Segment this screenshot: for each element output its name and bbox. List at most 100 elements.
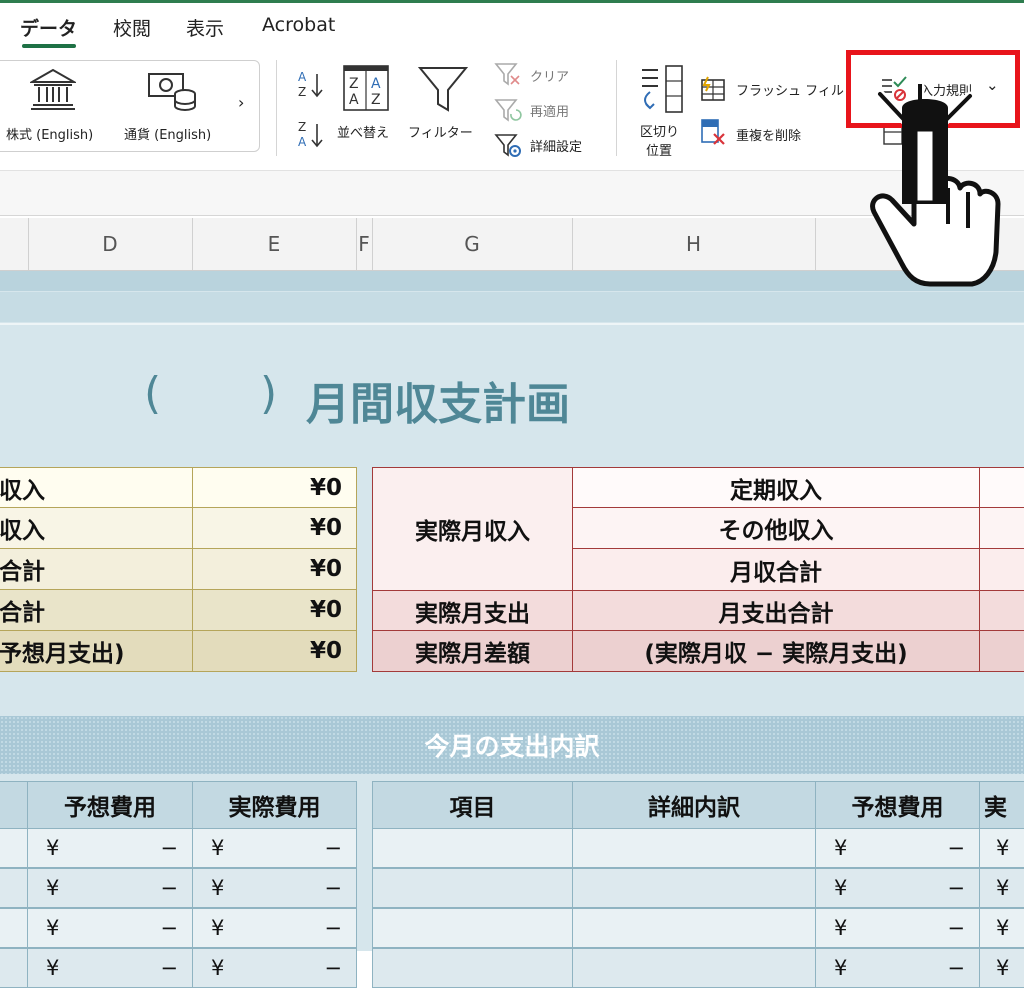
text-to-columns-label-2: 位置: [646, 144, 673, 159]
yen-symbol: ¥: [834, 956, 848, 980]
spend-actual-cell[interactable]: ¥ −: [192, 908, 357, 948]
advanced-label: 詳細設定: [530, 140, 583, 155]
tab-acrobat[interactable]: Acrobat: [262, 14, 335, 36]
spend-actual-cell[interactable]: ¥: [979, 828, 1024, 868]
planned-label-cell[interactable]: 合計: [0, 548, 193, 590]
yen-symbol: ¥: [996, 876, 1010, 900]
dash-value: −: [324, 956, 342, 980]
spend-header-detail[interactable]: 詳細内訳: [572, 781, 816, 829]
dash-value: −: [324, 916, 342, 940]
planned-label-cell[interactable]: 収入: [0, 507, 193, 549]
column-header-d[interactable]: D: [28, 218, 193, 270]
actual-diff-label[interactable]: 実際月差額: [372, 630, 573, 672]
spend-actual-cell[interactable]: ¥ −: [192, 948, 357, 988]
sort-descending-button[interactable]: Z A: [296, 118, 326, 156]
spend-detail-cell[interactable]: [572, 908, 816, 948]
dash-value: −: [160, 956, 178, 980]
planned-value-cell[interactable]: ¥0: [192, 630, 357, 672]
spend-header-expected[interactable]: 予想費用: [815, 781, 980, 829]
planned-label-cell[interactable]: 予想月支出): [0, 630, 193, 672]
column-header-c[interactable]: [0, 218, 29, 270]
planned-value-cell[interactable]: ¥0: [192, 467, 357, 508]
actual-value-cell[interactable]: [979, 507, 1024, 549]
flash-fill-icon: [701, 76, 725, 101]
yen-symbol: ¥: [46, 956, 60, 980]
planned-value-cell[interactable]: ¥0: [192, 589, 357, 631]
tab-data[interactable]: データ: [20, 14, 77, 41]
spend-detail-cell[interactable]: [572, 948, 816, 988]
spend-detail-cell[interactable]: [572, 868, 816, 908]
spend-expected-cell[interactable]: ¥ −: [27, 868, 193, 908]
column-header-f[interactable]: F: [356, 218, 373, 270]
reapply-icon: [494, 99, 522, 122]
spend-expected-cell[interactable]: ¥ −: [27, 828, 193, 868]
actual-diff-row[interactable]: (実際月収 − 実際月支出): [572, 630, 980, 672]
sheet-band: [0, 323, 1024, 325]
actual-value-cell[interactable]: [979, 630, 1024, 672]
yen-symbol: ¥: [46, 876, 60, 900]
sort-ascending-button[interactable]: A Z: [296, 68, 326, 106]
dash-value: −: [947, 876, 965, 900]
spend-actual-cell[interactable]: ¥: [979, 908, 1024, 948]
actual-expense-row[interactable]: 月支出合計: [572, 590, 980, 631]
actual-value-cell[interactable]: [979, 590, 1024, 631]
column-header-g[interactable]: G: [372, 218, 573, 270]
svg-text:A: A: [371, 76, 381, 92]
sort-button[interactable]: Z A A Z: [342, 64, 390, 116]
dash-value: −: [324, 836, 342, 860]
yen-symbol: ¥: [996, 956, 1010, 980]
yen-symbol: ¥: [834, 836, 848, 860]
spend-expected-cell[interactable]: ¥ −: [815, 908, 980, 948]
spend-item-cell[interactable]: [372, 868, 573, 908]
spend-expected-cell[interactable]: ¥ −: [27, 948, 193, 988]
spend-header-actual[interactable]: 実際費用: [192, 781, 357, 829]
actual-income-label[interactable]: 実際月収入: [372, 467, 573, 591]
currency-button[interactable]: [147, 70, 199, 116]
currency-label: 通貨 (English): [124, 128, 212, 143]
spend-expected-cell[interactable]: ¥ −: [815, 868, 980, 908]
gallery-more-arrow[interactable]: ›: [238, 93, 244, 112]
spend-expected-cell[interactable]: ¥ −: [27, 908, 193, 948]
column-header-e[interactable]: E: [192, 218, 357, 270]
yen-symbol: ¥: [834, 916, 848, 940]
spend-detail-cell[interactable]: [572, 828, 816, 868]
tab-view[interactable]: 表示: [186, 14, 224, 41]
actual-value-cell[interactable]: [979, 467, 1024, 508]
advanced-filter-button[interactable]: [494, 131, 522, 163]
yen-symbol: ¥: [46, 916, 60, 940]
actual-value-cell[interactable]: [979, 548, 1024, 591]
clear-filter-button[interactable]: [494, 60, 522, 92]
planned-value-cell[interactable]: ¥0: [192, 507, 357, 549]
actual-income-row[interactable]: その他収入: [572, 507, 980, 549]
spend-expected-cell[interactable]: ¥ −: [815, 948, 980, 988]
column-header-h[interactable]: H: [572, 218, 816, 270]
spend-header-expected[interactable]: 予想費用: [27, 781, 193, 829]
spend-item-cell[interactable]: [372, 828, 573, 868]
actual-income-row[interactable]: 定期収入: [572, 467, 980, 508]
stocks-button[interactable]: [28, 68, 78, 116]
planned-label-cell[interactable]: 収入: [0, 467, 193, 508]
spend-item-cell[interactable]: [372, 908, 573, 948]
reapply-button[interactable]: [494, 96, 522, 128]
remove-duplicates-button[interactable]: [700, 118, 726, 150]
text-to-columns-button[interactable]: [636, 64, 686, 120]
spend-header-actual[interactable]: 実: [979, 781, 1024, 829]
actual-expense-label[interactable]: 実際月支出: [372, 590, 573, 631]
actual-income-row[interactable]: 月収合計: [572, 548, 980, 591]
dash-value: −: [947, 836, 965, 860]
spend-actual-cell[interactable]: ¥: [979, 868, 1024, 908]
yen-symbol: ¥: [46, 836, 60, 860]
spend-actual-cell[interactable]: ¥: [979, 948, 1024, 988]
filter-button[interactable]: [417, 64, 469, 118]
spend-actual-cell[interactable]: ¥ −: [192, 868, 357, 908]
flash-fill-button[interactable]: [700, 76, 726, 106]
planned-label-cell[interactable]: 合計: [0, 589, 193, 631]
spend-expected-cell[interactable]: ¥ −: [815, 828, 980, 868]
spend-item-cell[interactable]: [372, 948, 573, 988]
spend-header-cell[interactable]: [0, 781, 28, 829]
spend-header-item[interactable]: 項目: [372, 781, 573, 829]
spend-actual-cell[interactable]: ¥ −: [192, 828, 357, 868]
tab-review[interactable]: 校閲: [113, 14, 151, 41]
spending-section-header[interactable]: 今月の支出内訳: [0, 716, 1024, 774]
planned-value-cell[interactable]: ¥0: [192, 548, 357, 590]
